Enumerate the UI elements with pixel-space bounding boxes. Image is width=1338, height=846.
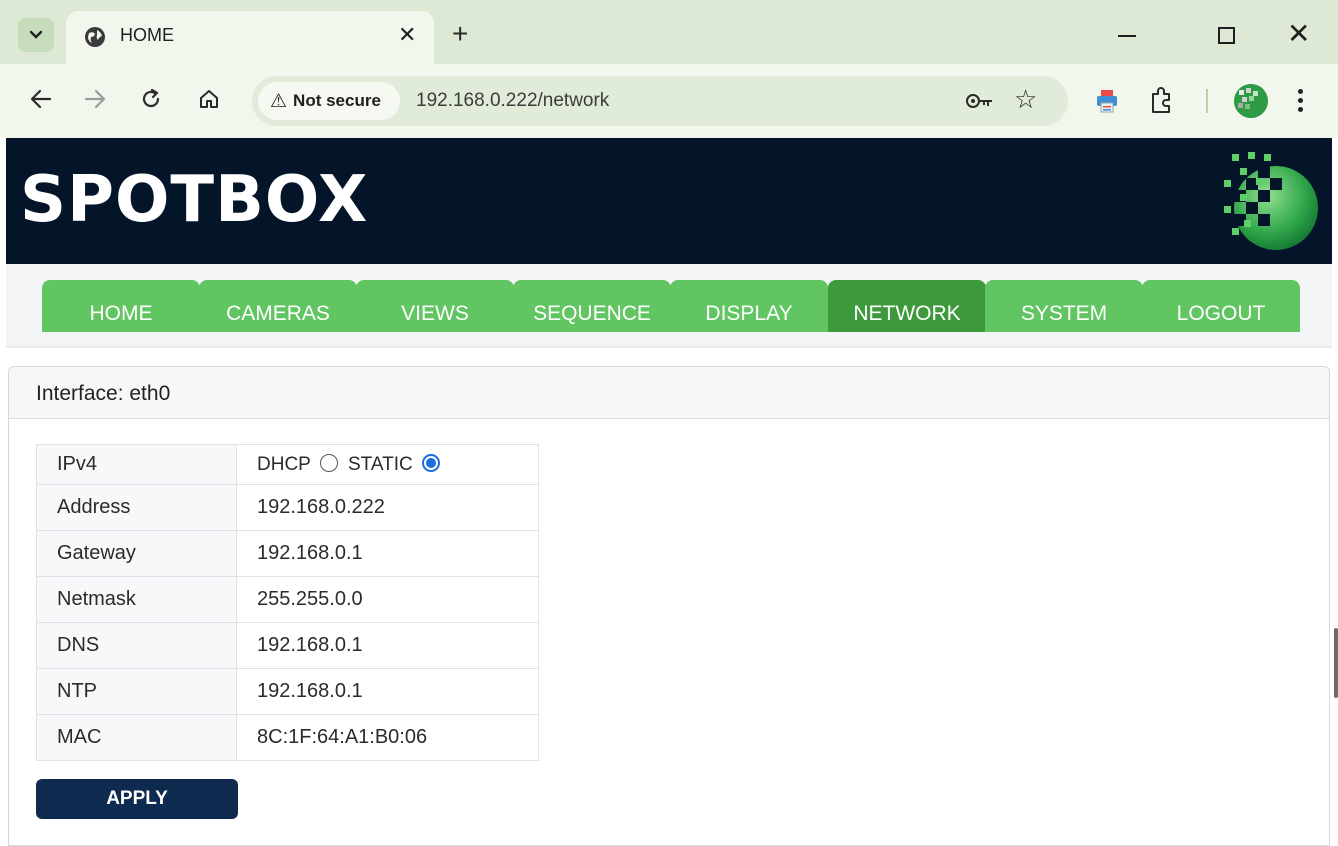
extensions-puzzle-icon[interactable] (1148, 86, 1176, 116)
nav-tab-home[interactable]: HOME (42, 280, 200, 332)
static-radio[interactable] (422, 454, 441, 472)
gateway-label: Gateway (36, 530, 237, 577)
bookmark-star-icon[interactable]: ☆ (1014, 84, 1037, 114)
maximize-icon[interactable] (1218, 27, 1235, 44)
security-label: Not secure (293, 91, 381, 110)
page-scrollbar-thumb[interactable] (1334, 628, 1338, 698)
table-row: Gateway 192.168.0.1 (36, 530, 539, 577)
globe-icon (85, 27, 105, 47)
netmask-value[interactable]: 255.255.0.0 (236, 576, 539, 623)
table-row: IPv4 DHCP STATIC (36, 444, 539, 485)
forward-arrow-icon[interactable] (80, 82, 110, 116)
dns-label: DNS (36, 622, 237, 669)
reload-icon[interactable] (136, 82, 166, 116)
address-bar[interactable]: ⚠ Not secure 192.168.0.222/network ☆ (252, 76, 1068, 126)
new-tab-button[interactable]: + (452, 20, 468, 48)
back-arrow-icon[interactable] (26, 82, 56, 116)
close-tab-icon[interactable]: ✕ (398, 22, 416, 48)
apply-button[interactable]: APPLY (36, 779, 238, 819)
table-row: NTP 192.168.0.1 (36, 668, 539, 715)
dhcp-label: DHCP (257, 454, 311, 475)
printer-extension-icon[interactable] (1094, 88, 1120, 114)
browser-menu-icon[interactable] (1290, 82, 1310, 118)
address-label: Address (36, 484, 237, 531)
site-header: SPOTBOX (6, 138, 1332, 264)
browser-tab[interactable]: HOME ✕ (66, 11, 434, 64)
ipv4-mode-selector: DHCP STATIC (236, 444, 539, 485)
security-chip[interactable]: ⚠ Not secure (258, 82, 400, 120)
toolbar-separator (1206, 89, 1208, 113)
nav-tab-cameras[interactable]: CAMERAS (199, 280, 357, 332)
minimize-icon[interactable] (1118, 35, 1136, 37)
mac-value: 8C:1F:64:A1:B0:06 (236, 714, 539, 761)
tab-search-button[interactable] (18, 18, 54, 52)
interface-panel: Interface: eth0 IPv4 DHCP STATIC Address… (8, 366, 1330, 846)
browser-tabstrip: HOME ✕ + ✕ (0, 0, 1338, 64)
nav-tab-views[interactable]: VIEWS (356, 280, 514, 332)
nav-tab-sequence[interactable]: SEQUENCE (513, 280, 671, 332)
nav-tab-network[interactable]: NETWORK (828, 280, 986, 332)
network-settings-table: IPv4 DHCP STATIC Address 192.168.0.222 G… (36, 444, 539, 761)
warning-icon: ⚠ (270, 90, 288, 112)
profile-avatar[interactable] (1234, 84, 1268, 118)
table-row: Address 192.168.0.222 (36, 484, 539, 531)
site-brand-title: SPOTBOX (20, 163, 369, 237)
table-row: Netmask 255.255.0.0 (36, 576, 539, 623)
password-key-icon[interactable] (964, 88, 996, 114)
netmask-label: Netmask (36, 576, 237, 623)
mac-label: MAC (36, 714, 237, 761)
nav-tab-system[interactable]: SYSTEM (985, 280, 1143, 332)
panel-title: Interface: eth0 (36, 382, 171, 405)
nav-tab-display[interactable]: DISPLAY (670, 280, 828, 332)
main-nav: HOME CAMERAS VIEWS SEQUENCE DISPLAY NETW… (6, 264, 1332, 348)
tab-title: HOME (120, 25, 174, 45)
dhcp-radio[interactable] (320, 454, 339, 472)
nav-tab-logout[interactable]: LOGOUT (1142, 280, 1300, 332)
home-icon[interactable] (194, 82, 224, 116)
table-row: DNS 192.168.0.1 (36, 622, 539, 669)
ntp-label: NTP (36, 668, 237, 715)
web-page: SPOTBOX HOME CAMERAS VIEWS SEQUENCE DISP… (6, 138, 1332, 846)
ntp-value[interactable]: 192.168.0.1 (236, 668, 539, 715)
ipv4-label: IPv4 (36, 444, 237, 485)
table-row: MAC 8C:1F:64:A1:B0:06 (36, 714, 539, 761)
spotbox-logo-icon (1224, 152, 1318, 250)
static-label: STATIC (347, 454, 413, 475)
url-text[interactable]: 192.168.0.222/network (416, 90, 609, 112)
dns-value[interactable]: 192.168.0.1 (236, 622, 539, 669)
gateway-value[interactable]: 192.168.0.1 (236, 530, 539, 577)
browser-toolbar: ⚠ Not secure 192.168.0.222/network ☆ (0, 64, 1338, 138)
address-value[interactable]: 192.168.0.222 (236, 484, 539, 531)
panel-header: Interface: eth0 (9, 367, 1329, 419)
chevron-down-icon (29, 30, 43, 39)
window-close-icon[interactable]: ✕ (1287, 17, 1310, 51)
